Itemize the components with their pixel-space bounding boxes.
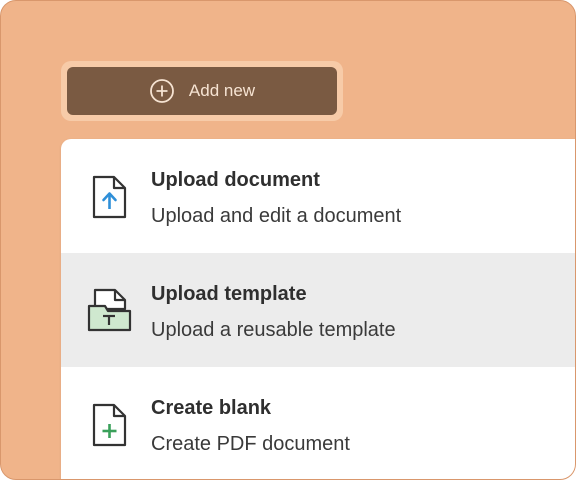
app-frame: Add new Upload document Upload and edit … [0,0,576,480]
add-new-button-focus-ring: Add new [61,61,343,121]
upload-document-icon [87,173,133,221]
add-new-menu: Upload document Upload and edit a docume… [61,139,575,479]
menu-item-description: Upload and edit a document [151,205,402,227]
add-new-label: Add new [188,81,256,100]
menu-item-title: Upload template [151,283,307,305]
menu-item-title: Create blank [151,397,272,419]
menu-item-title: Upload document [151,169,320,191]
create-blank-icon [87,401,133,449]
menu-item-description: Create PDF document [151,433,350,455]
menu-item-upload-document[interactable]: Upload document Upload and edit a docume… [61,139,575,253]
upload-template-icon [87,287,133,335]
menu-item-description: Upload a reusable template [151,319,396,341]
add-new-button[interactable]: Add new [67,67,337,115]
plus-circle-icon [149,78,175,104]
menu-item-upload-template[interactable]: Upload template Upload a reusable templa… [61,253,575,367]
menu-item-create-blank[interactable]: Create blank Create PDF document [61,367,575,479]
